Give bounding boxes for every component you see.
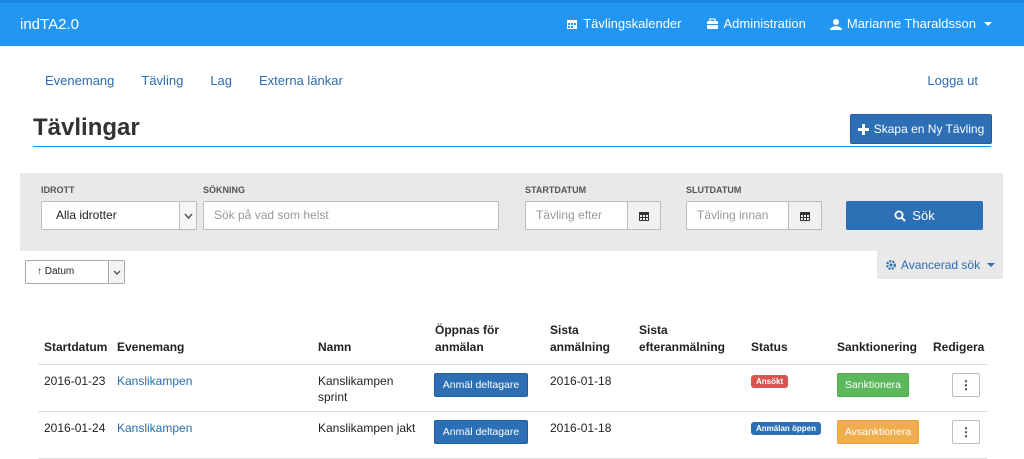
- table-row: 2016-01-24 Kanslikampen Kanslikampen jak…: [38, 412, 987, 459]
- register-participants-button[interactable]: Anmäl deltagare: [434, 420, 528, 444]
- cell-name: Kanslikampen jakt: [318, 420, 415, 436]
- title-divider: [33, 146, 991, 147]
- header-event: Evenemang: [117, 340, 185, 354]
- cell-name: Kanslikampen sprint: [318, 373, 393, 405]
- gear-icon: [885, 259, 897, 271]
- sanction-button[interactable]: Sanktionera: [837, 373, 909, 397]
- end-date-input[interactable]: Tävling innan: [686, 201, 789, 230]
- briefcase-icon: [706, 17, 719, 30]
- end-date-label: SLUTDATUM: [686, 185, 742, 195]
- status-badge: Ansökt: [751, 375, 789, 388]
- competitions-table-header: Startdatum Evenemang Namn Öppnas för anm…: [38, 322, 987, 365]
- event-link[interactable]: Kanslikampen: [117, 373, 192, 389]
- top-nav-menu: Tävlingskalender Administration Marianne…: [566, 16, 992, 31]
- end-date-calendar-button[interactable]: [788, 201, 822, 230]
- plus-icon: [857, 123, 869, 135]
- header-sanction: Sanktionering: [837, 340, 918, 354]
- user-name: Marianne Tharaldsson: [846, 16, 976, 31]
- header-start-date: Startdatum: [44, 340, 108, 354]
- nav-calendar-label: Tävlingskalender: [583, 16, 682, 31]
- unsanction-button[interactable]: Avsanktionera: [837, 420, 919, 444]
- start-date-calendar-button[interactable]: [627, 201, 661, 230]
- row-actions-menu-button[interactable]: ⋮: [952, 373, 980, 397]
- app-brand[interactable]: indTA2.0: [20, 16, 79, 33]
- end-date-placeholder: Tävling innan: [697, 208, 769, 222]
- header-opens-line2: anmälan: [435, 340, 484, 354]
- search-icon: [894, 210, 907, 222]
- event-link[interactable]: Kanslikampen: [117, 420, 192, 436]
- header-late-registration: Sista efteranmälning: [639, 322, 725, 356]
- header-name: Namn: [318, 340, 352, 354]
- subnav-external-links[interactable]: Externa länkar: [259, 73, 343, 88]
- user-icon: [829, 18, 842, 30]
- sort-select[interactable]: ↑ Datum: [25, 260, 125, 284]
- subnav-team[interactable]: Lag: [210, 73, 232, 88]
- top-navbar: indTA2.0 Tävlingskalender Administration…: [0, 0, 1024, 46]
- calendar-icon: [566, 18, 578, 30]
- header-late-line1: Sista: [639, 323, 668, 337]
- start-date-label: STARTDATUM: [525, 185, 587, 195]
- sport-select[interactable]: Alla idrotter: [41, 201, 197, 230]
- header-last-registration: Sista anmälning: [550, 322, 610, 356]
- sport-select-value: Alla idrotter: [56, 208, 117, 222]
- logout-link[interactable]: Logga ut: [927, 73, 978, 88]
- table-row: 2016-01-23 Kanslikampen Kanslikampen spr…: [38, 365, 987, 412]
- chevron-down-icon: [179, 202, 196, 229]
- calendar-icon: [799, 210, 811, 222]
- cell-start-date: 2016-01-23: [44, 374, 106, 388]
- start-date-input[interactable]: Tävling efter: [525, 201, 628, 230]
- search-button-label: Sök: [912, 208, 935, 223]
- more-vertical-icon: ⋮: [960, 378, 972, 392]
- search-button[interactable]: Sök: [846, 201, 983, 230]
- section-nav: Evenemang Tävling Lag Externa länkar: [45, 73, 343, 88]
- more-vertical-icon: ⋮: [960, 425, 972, 439]
- nav-administration[interactable]: Administration: [706, 16, 806, 31]
- create-button-label: Skapa en Ny Tävling: [873, 122, 985, 136]
- create-competition-button[interactable]: Skapa en Ny Tävling: [850, 114, 992, 144]
- header-opens-line1: Öppnas för: [435, 323, 500, 337]
- subnav-events[interactable]: Evenemang: [45, 73, 114, 88]
- cell-name-line2: sprint: [318, 390, 348, 404]
- user-menu[interactable]: Marianne Tharaldsson: [829, 16, 992, 31]
- header-late-line2: efteranmälning: [639, 340, 726, 354]
- cell-last-registration: 2016-01-18: [550, 374, 612, 388]
- header-last-line1: Sista: [550, 323, 579, 337]
- chevron-down-icon: [987, 263, 996, 267]
- header-edit: Redigera: [933, 340, 985, 354]
- calendar-icon: [638, 210, 650, 222]
- page-title: Tävlingar: [33, 114, 140, 141]
- subnav-competition[interactable]: Tävling: [141, 73, 183, 88]
- status-badge: Anmälan öppen: [751, 422, 822, 435]
- search-placeholder: Sök på vad som helst: [214, 208, 329, 222]
- header-opens-registration: Öppnas för anmälan: [435, 322, 499, 356]
- cell-start-date: 2016-01-24: [44, 421, 106, 435]
- chevron-down-icon: [108, 261, 124, 283]
- chevron-down-icon: [984, 21, 992, 26]
- advanced-search-toggle[interactable]: Avancerad sök: [877, 251, 1003, 279]
- nav-admin-label: Administration: [723, 16, 806, 31]
- search-input[interactable]: Sök på vad som helst: [203, 201, 499, 230]
- register-participants-button[interactable]: Anmäl deltagare: [434, 373, 528, 397]
- header-last-line2: anmälning: [550, 340, 611, 354]
- cell-name-line1: Kanslikampen: [318, 374, 394, 388]
- nav-competition-calendar[interactable]: Tävlingskalender: [566, 16, 682, 31]
- advanced-search-label: Avancerad sök: [900, 258, 981, 272]
- cell-name-line1: Kanslikampen jakt: [318, 421, 416, 435]
- sort-value: ↑ Datum: [37, 266, 75, 277]
- row-actions-menu-button[interactable]: ⋮: [952, 420, 980, 444]
- search-label: SÖKNING: [203, 185, 246, 195]
- sport-label: IDROTT: [41, 185, 75, 195]
- header-status: Status: [751, 340, 788, 354]
- search-filter-panel: IDROTT Alla idrotter SÖKNING Sök på vad …: [20, 173, 1003, 251]
- start-date-placeholder: Tävling efter: [536, 208, 603, 222]
- cell-last-registration: 2016-01-18: [550, 421, 612, 435]
